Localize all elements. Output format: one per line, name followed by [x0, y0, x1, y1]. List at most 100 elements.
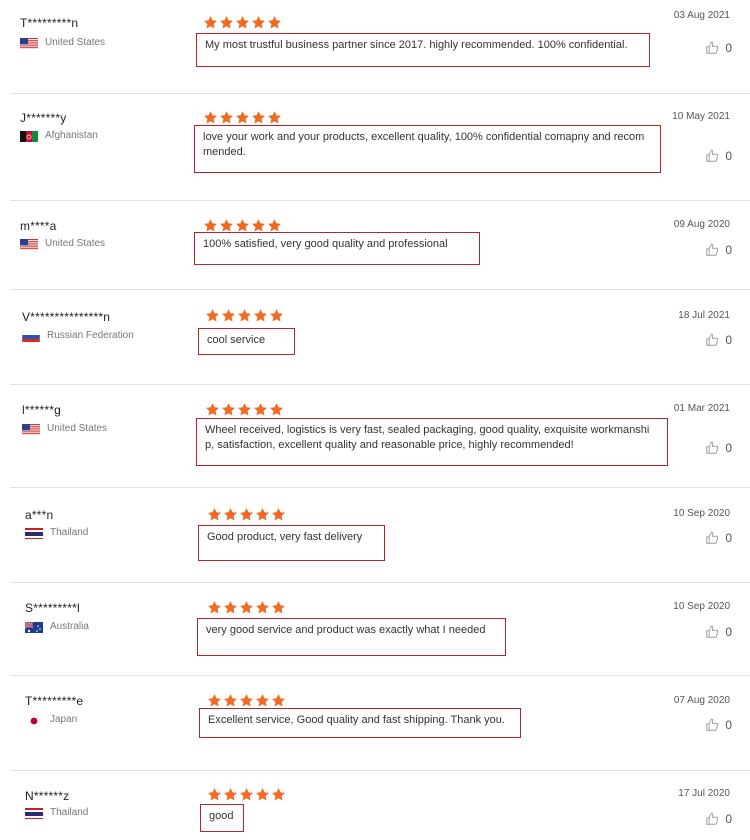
review-comment: love your work and your products, excell…: [194, 125, 661, 173]
star-icon: [267, 16, 283, 34]
star-icon: [207, 508, 223, 526]
review-date: 09 Aug 2020: [673, 219, 730, 230]
like-count: 0: [725, 717, 732, 732]
star-icon: [205, 309, 221, 327]
thumbs-up-icon[interactable]: [705, 148, 725, 162]
like-count: 0: [725, 332, 732, 347]
review-divider: [10, 384, 750, 385]
like-button[interactable]: 0: [705, 40, 732, 55]
thumbs-up-icon[interactable]: [705, 530, 725, 544]
reviewer-country: Australia: [50, 621, 89, 632]
reviewer-name: a***n: [25, 508, 54, 522]
star-rating: [205, 402, 285, 418]
review-divider: [10, 487, 750, 488]
like-button[interactable]: 0: [705, 717, 732, 732]
star-rating: [207, 787, 287, 803]
star-rating: [203, 15, 283, 31]
star-icon: [235, 16, 251, 34]
star-rating: [205, 308, 285, 324]
review-divider: [10, 200, 750, 201]
country-flag-icon: [20, 37, 38, 49]
review-comment: good: [200, 804, 244, 832]
review-date: 03 Aug 2021: [673, 10, 730, 21]
star-icon: [237, 309, 253, 327]
reviewer-country: Japan: [50, 714, 78, 725]
thumbs-up-icon[interactable]: [705, 40, 725, 54]
country-flag-icon: [25, 714, 43, 726]
review-divider: [10, 675, 750, 676]
reviewer-country: Thailand: [50, 807, 89, 818]
like-button[interactable]: 0: [705, 148, 732, 163]
review-comment: 100% satisfied, very good quality and pr…: [194, 232, 480, 265]
reviewer-name: T*********e: [25, 694, 84, 708]
review-date: 10 May 2021: [672, 111, 730, 122]
star-icon: [269, 309, 285, 327]
reviewer-country: Afghanistan: [45, 130, 98, 141]
star-rating: [207, 507, 287, 523]
reviewer-country: United States: [47, 423, 108, 434]
review-comment: My most trustful business partner since …: [196, 33, 650, 67]
star-icon: [255, 508, 271, 526]
star-icon: [271, 508, 287, 526]
star-icon: [255, 788, 271, 806]
thumbs-up-icon[interactable]: [705, 811, 725, 825]
review-comment: Excellent service, Good quality and fast…: [199, 708, 521, 738]
like-button[interactable]: 0: [705, 440, 732, 455]
country-flag-icon: [25, 621, 43, 633]
reviewer-name: V***************n: [22, 310, 111, 324]
reviewer-country: Russian Federation: [47, 330, 134, 341]
reviewer-name: J*******y: [20, 111, 67, 125]
review-divider: [10, 93, 750, 94]
star-icon: [223, 601, 239, 619]
reviewer-country: United States: [45, 238, 106, 249]
like-button[interactable]: 0: [705, 624, 732, 639]
star-icon: [207, 601, 223, 619]
like-button[interactable]: 0: [705, 332, 732, 347]
country-flag-icon: [20, 130, 38, 142]
review-date: 07 Aug 2020: [673, 695, 730, 706]
star-rating: [207, 693, 287, 709]
star-icon: [271, 788, 287, 806]
thumbs-up-icon[interactable]: [705, 717, 725, 731]
country-flag-icon: [25, 527, 43, 539]
star-icon: [251, 16, 267, 34]
star-icon: [239, 508, 255, 526]
star-rating: [203, 110, 283, 126]
star-icon: [271, 601, 287, 619]
like-button[interactable]: 0: [705, 242, 732, 257]
review-comment: Good product, very fast delivery: [198, 525, 385, 561]
review-divider: [10, 770, 750, 771]
country-flag-icon: [25, 807, 43, 819]
like-button[interactable]: 0: [705, 530, 732, 545]
reviewer-name: l******g: [22, 403, 61, 417]
country-flag-icon: [22, 423, 40, 435]
reviewer-name: S*********l: [25, 601, 80, 615]
thumbs-up-icon[interactable]: [705, 332, 725, 346]
review-date: 18 Jul 2021: [678, 310, 730, 321]
review-date: 10 Sep 2020: [673, 508, 730, 519]
review-date: 01 Mar 2021: [673, 403, 730, 414]
review-comment: cool service: [198, 328, 295, 355]
like-count: 0: [725, 40, 732, 55]
review-divider: [10, 289, 750, 290]
review-comment: Wheel received, logistics is very fast, …: [196, 418, 668, 466]
reviewer-country: Thailand: [50, 527, 89, 538]
country-flag-icon: [22, 330, 40, 342]
star-icon: [255, 601, 271, 619]
star-icon: [219, 16, 235, 34]
star-icon: [253, 309, 269, 327]
thumbs-up-icon[interactable]: [705, 624, 725, 638]
star-icon: [221, 309, 237, 327]
like-count: 0: [725, 242, 732, 257]
thumbs-up-icon[interactable]: [705, 242, 725, 256]
reviewer-name: T*********n: [20, 16, 79, 30]
star-rating: [207, 600, 287, 616]
reviewer-country: United States: [45, 37, 106, 48]
like-count: 0: [725, 811, 732, 826]
star-icon: [239, 601, 255, 619]
review-date: 10 Sep 2020: [673, 601, 730, 612]
thumbs-up-icon[interactable]: [705, 440, 725, 454]
star-icon: [223, 508, 239, 526]
like-button[interactable]: 0: [705, 811, 732, 826]
country-flag-icon: [20, 238, 38, 250]
